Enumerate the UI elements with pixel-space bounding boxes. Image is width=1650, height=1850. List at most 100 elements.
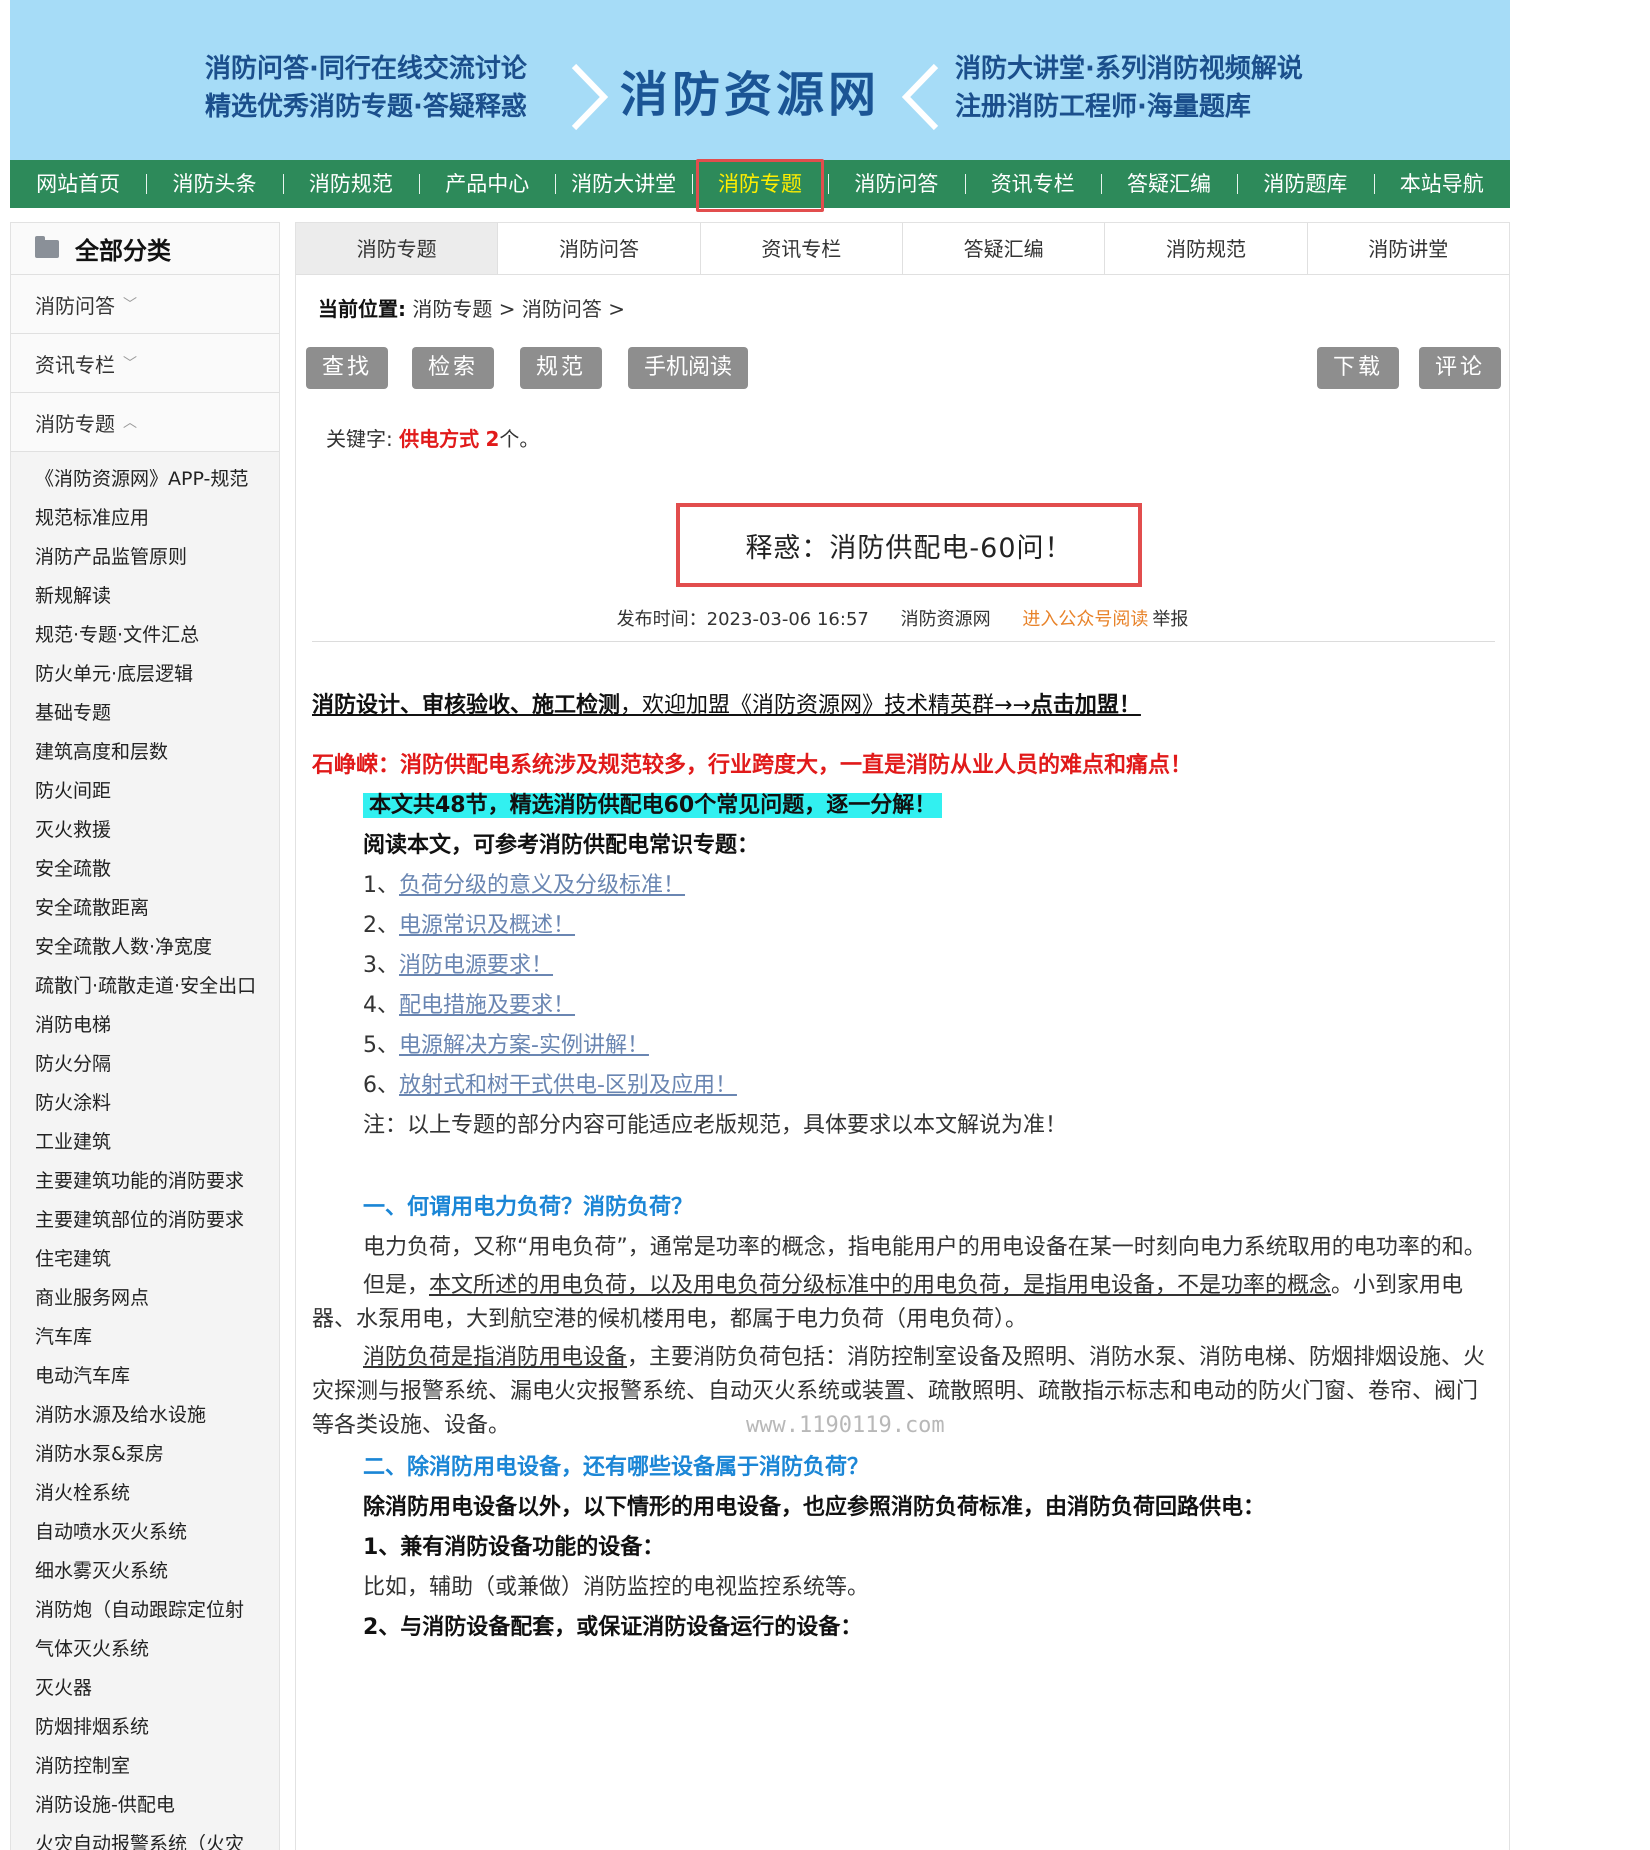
sidebar-sub-item[interactable]: 规范·专题·文件汇总 — [11, 616, 279, 655]
tab-lecture[interactable]: 消防讲堂 — [1307, 223, 1509, 274]
chevron-down-icon: ﹀ — [123, 356, 137, 372]
wechat-link[interactable]: 进入公众号阅读 — [1022, 609, 1148, 630]
sidebar-sub-item[interactable]: 防火单元·底层逻辑 — [11, 655, 279, 694]
sidebar-sub-item[interactable]: 电动汽车库 — [11, 1357, 279, 1396]
sidebar-sub-item[interactable]: 消防设施-供配电 — [11, 1786, 279, 1825]
sidebar-sub-item[interactable]: 灭火救援 — [11, 811, 279, 850]
mobile-read-button[interactable]: 手机阅读 — [628, 347, 749, 389]
nav-headlines[interactable]: 消防头条 — [146, 160, 282, 208]
sidebar-cat-topics[interactable]: 消防专题 ︿ — [11, 393, 279, 452]
join-bold: 消防设计、审核验收、施工检测 — [312, 693, 621, 718]
tab-faq[interactable]: 答疑汇编 — [902, 223, 1106, 274]
sidebar-sub-item[interactable]: 防火间距 — [11, 772, 279, 811]
sidebar-cat-news[interactable]: 资讯专栏 ﹀ — [11, 334, 279, 393]
sidebar-sub-item[interactable]: 安全疏散距离 — [11, 889, 279, 928]
sidebar-sub-item[interactable]: 灭火器 — [11, 1669, 279, 1708]
sidebar-sub-item[interactable]: 住宅建筑 — [11, 1240, 279, 1279]
search-button[interactable]: 检索 — [412, 347, 495, 389]
nav-products[interactable]: 产品中心 — [419, 160, 555, 208]
sidebar-sub-item[interactable]: 安全疏散人数·净宽度 — [11, 928, 279, 967]
nav-topics[interactable]: 消防专题 — [691, 159, 828, 212]
sidebar-sub-item[interactable]: 自动喷水灭火系统 — [11, 1513, 279, 1552]
sidebar-sub-item[interactable]: 疏散门·疏散走道·安全出口 — [11, 967, 279, 1006]
ref-num: 5、 — [363, 1033, 399, 1058]
content-tabs: 消防专题 消防问答 资讯专栏 答疑汇编 消防规范 消防讲堂 — [296, 223, 1509, 275]
section-2-item2: 2、与消防设备配套，或保证消防设备运行的设备： — [363, 1615, 863, 1640]
sidebar-sub-item[interactable]: 气体灭火系统 — [11, 1630, 279, 1669]
ref-link[interactable]: 消防电源要求！ — [399, 953, 553, 978]
main-nav: 网站首页 消防头条 消防规范 产品中心 消防大讲堂 消防专题 消防问答 资讯专栏… — [10, 159, 1510, 212]
breadcrumb: 当前位置: 消防专题 > 消防问答 > — [318, 293, 625, 322]
sidebar-sub-item[interactable]: 细水雾灭火系统 — [11, 1552, 279, 1591]
banner-left-slogan: 消防问答·同行在线交流讨论 精选优秀消防专题·答疑释惑 — [205, 50, 565, 126]
sidebar-sub-item[interactable]: 消防炮（自动跟踪定位射 — [11, 1591, 279, 1630]
sidebar-sub-item[interactable]: 防火分隔 — [11, 1045, 279, 1084]
nav-sitemap[interactable]: 本站导航 — [1373, 160, 1510, 208]
keyword-count: 2 — [485, 427, 500, 451]
spec-button[interactable]: 规范 — [520, 347, 603, 389]
report-link[interactable]: 举报 — [1152, 609, 1188, 630]
chevron-up-icon: ︿ — [123, 415, 137, 431]
sidebar-sub-item[interactable]: 防火涂料 — [11, 1084, 279, 1123]
comment-button[interactable]: 评论 — [1418, 347, 1501, 389]
chevron-right-icon — [571, 63, 609, 131]
ref-link[interactable]: 电源常识及概述！ — [399, 913, 575, 938]
article-source[interactable]: 消防资源网 — [901, 609, 991, 630]
breadcrumb-path[interactable]: 消防专题 > 消防问答 > — [412, 297, 625, 321]
watermark: www.1190119.com — [746, 1413, 945, 1438]
site-banner: 消防问答·同行在线交流讨论 精选优秀消防专题·答疑释惑 消防资源网 消防大讲堂·… — [10, 0, 1510, 160]
sidebar-sub-item[interactable]: 主要建筑部位的消防要求 — [11, 1201, 279, 1240]
sidebar-sub-item[interactable]: 商业服务网点 — [11, 1279, 279, 1318]
nav-lecture[interactable]: 消防大讲堂 — [555, 160, 691, 208]
nav-news[interactable]: 资讯专栏 — [964, 160, 1101, 208]
keyword-suffix: 个。 — [499, 427, 540, 451]
sidebar-sub-item[interactable]: 规范标准应用 — [11, 499, 279, 538]
tab-topics[interactable]: 消防专题 — [296, 223, 499, 274]
nav-codes[interactable]: 消防规范 — [282, 160, 419, 208]
section-2-item1-desc: 比如，辅助（或兼做）消防监控的电视监控系统等。 — [363, 1575, 870, 1600]
banner-right-line1: 消防大讲堂·系列消防视频解说 — [955, 54, 1303, 84]
sidebar-sub-item[interactable]: 火灾自动报警系统（火灾 — [11, 1825, 279, 1850]
divider — [312, 641, 1495, 642]
sidebar-sub-item[interactable]: 建筑高度和层数 — [11, 733, 279, 772]
ref-link[interactable]: 电源解决方案-实例讲解！ — [399, 1033, 649, 1058]
download-button[interactable]: 下载 — [1316, 347, 1399, 389]
find-button[interactable]: 查找 — [306, 347, 389, 389]
site-logo-text[interactable]: 消防资源网 — [620, 55, 880, 125]
ref-link[interactable]: 放射式和树干式供电-区别及应用！ — [399, 1073, 737, 1098]
tab-qa[interactable]: 消防问答 — [498, 223, 701, 274]
nav-home[interactable]: 网站首页 — [10, 160, 146, 208]
section-1-p1: 电力负荷，又称“用电负荷”，通常是功率的概念，指电能用户的用电设备在某一时刻向电… — [363, 1235, 1486, 1260]
sidebar-sub-item[interactable]: 新规解读 — [11, 577, 279, 616]
nav-qa[interactable]: 消防问答 — [828, 160, 964, 208]
sidebar-sub-item[interactable]: 消防产品监管原则 — [11, 538, 279, 577]
sidebar-sub-item[interactable]: 消火栓系统 — [11, 1474, 279, 1513]
sidebar-title: 全部分类 — [75, 237, 171, 265]
sidebar-sub-item[interactable]: 汽车库 — [11, 1318, 279, 1357]
ref-link[interactable]: 负荷分级的意义及分级标准！ — [399, 873, 685, 898]
keyword-label: 关键字: — [326, 427, 393, 451]
nav-faq[interactable]: 答疑汇编 — [1100, 160, 1237, 208]
sidebar-sub-item[interactable]: 防烟排烟系统 — [11, 1708, 279, 1747]
section-1-p2-underline: 本文所述的用电负荷，以及用电负荷分级标准中的用电负荷，是指用电设备，不是功率的概… — [429, 1273, 1332, 1298]
ref-link[interactable]: 配电措施及要求！ — [399, 993, 575, 1018]
sidebar-sub-item[interactable]: 消防水泵&泵房 — [11, 1435, 279, 1474]
sidebar-sub-item[interactable]: 主要建筑功能的消防要求 — [11, 1162, 279, 1201]
sidebar-sub-item[interactable]: 安全疏散 — [11, 850, 279, 889]
tab-news[interactable]: 资讯专栏 — [700, 223, 903, 274]
keyword-word[interactable]: 供电方式 — [399, 427, 479, 451]
sidebar-cat-label: 资讯专栏 — [35, 352, 115, 377]
sidebar-sub-item[interactable]: 《消防资源网》APP-规范 — [11, 460, 279, 499]
join-promo[interactable]: 消防设计、审核验收、施工检测，欢迎加盟《消防资源网》技术精英群→→点击加盟！ — [312, 689, 1497, 723]
sidebar-cat-label: 消防专题 — [35, 411, 115, 436]
sidebar-cat-qa[interactable]: 消防问答 ﹀ — [11, 275, 279, 334]
tab-codes[interactable]: 消防规范 — [1105, 223, 1308, 274]
sidebar-sub-item[interactable]: 基础专题 — [11, 694, 279, 733]
sidebar-sub-item[interactable]: 消防水源及给水设施 — [11, 1396, 279, 1435]
sidebar-sub-item[interactable]: 消防电梯 — [11, 1006, 279, 1045]
sidebar-sub-item[interactable]: 消防控制室 — [11, 1747, 279, 1786]
nav-exam[interactable]: 消防题库 — [1237, 160, 1373, 208]
sidebar-cat-label: 消防问答 — [35, 293, 115, 318]
sidebar-sub-item[interactable]: 工业建筑 — [11, 1123, 279, 1162]
ref-num: 4、 — [363, 993, 399, 1018]
